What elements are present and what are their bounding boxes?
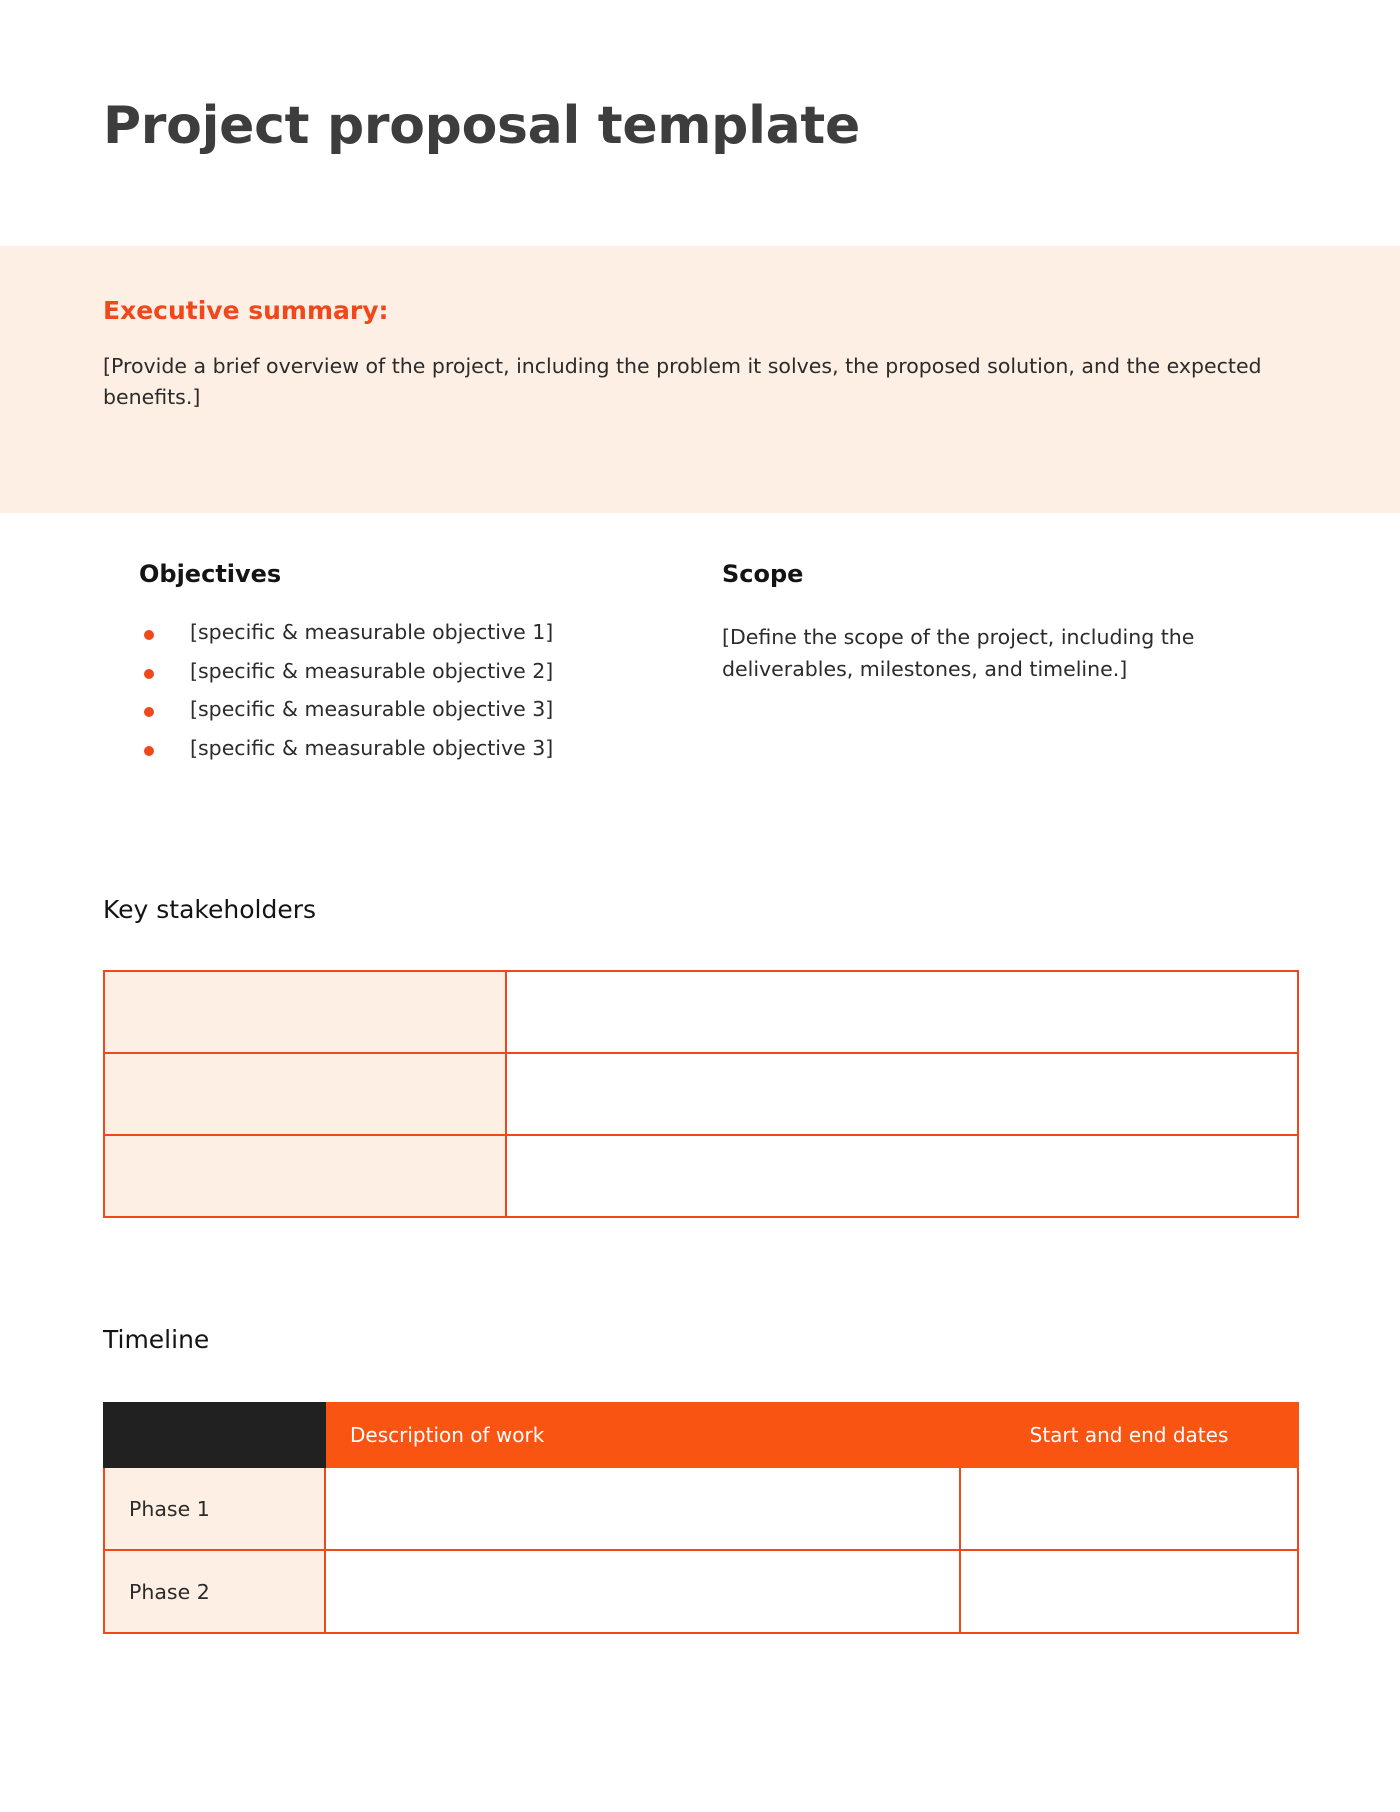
table-row: [103, 970, 1299, 1054]
scope-heading: Scope: [722, 560, 804, 588]
table-row: [103, 1052, 1299, 1136]
bullet-dot-icon: [144, 745, 154, 756]
scope-body: [Define the scope of the project, includ…: [722, 625, 1195, 681]
list-item: [specific & measurable objective 1]: [139, 622, 639, 643]
title-block: Project proposal template: [0, 0, 1400, 246]
page-title: Project proposal template: [103, 96, 860, 156]
key-stakeholders-heading: Key stakeholders: [103, 895, 317, 924]
executive-summary-heading: Executive summary:: [103, 296, 389, 325]
key-stakeholders-table: [103, 970, 1299, 1218]
scope-column: Scope [Define the scope of the project, …: [722, 560, 1282, 686]
objective-text: [specific & measurable objective 3]: [190, 697, 554, 721]
document-page: Project proposal template Executive summ…: [0, 0, 1400, 1812]
timeline-dates-header: Start and end dates: [959, 1402, 1299, 1468]
objective-text: [specific & measurable objective 3]: [190, 735, 554, 760]
table-row: [103, 1134, 1299, 1218]
list-item: [specific & measurable objective 3]: [139, 699, 639, 720]
executive-summary-section: Executive summary: [Provide a brief over…: [0, 246, 1400, 513]
executive-summary-body: [Provide a brief overview of the project…: [103, 354, 1262, 410]
stakeholder-detail-cell[interactable]: [505, 1052, 1299, 1136]
timeline-description-header: Description of work: [324, 1402, 961, 1468]
timeline-phase-label: Phase 2: [103, 1549, 326, 1634]
table-row: Phase 2: [103, 1549, 1299, 1634]
objective-text: [specific & measurable objective 1]: [190, 620, 554, 644]
timeline-description-cell[interactable]: [324, 1549, 961, 1634]
stakeholder-name-cell[interactable]: [103, 1134, 507, 1218]
timeline-dates-cell[interactable]: [959, 1466, 1299, 1551]
stakeholder-detail-cell[interactable]: [505, 970, 1299, 1054]
bullet-dot-icon: [144, 707, 154, 717]
objectives-heading: Objectives: [139, 560, 282, 588]
objectives-column: Objectives [specific & measurable object…: [139, 560, 639, 776]
table-row: Phase 1: [103, 1466, 1299, 1551]
timeline-description-cell[interactable]: [324, 1466, 961, 1551]
timeline-dates-cell[interactable]: [959, 1549, 1299, 1634]
stakeholder-name-cell[interactable]: [103, 1052, 507, 1136]
bullet-dot-icon: [144, 668, 154, 679]
stakeholder-detail-cell[interactable]: [505, 1134, 1299, 1218]
list-item: [specific & measurable objective 3]: [139, 735, 639, 760]
objective-text: [specific & measurable objective 2]: [190, 658, 554, 683]
bullet-dot-icon: [144, 630, 154, 640]
timeline-phase-label: Phase 1: [103, 1466, 326, 1551]
objectives-list: [specific & measurable objective 1] [spe…: [139, 622, 639, 758]
timeline-heading: Timeline: [103, 1325, 210, 1354]
list-item: [specific & measurable objective 2]: [139, 658, 639, 683]
table-header-row: Description of work Start and end dates: [103, 1402, 1299, 1468]
timeline-corner-cell: [103, 1402, 326, 1468]
stakeholder-name-cell[interactable]: [103, 970, 507, 1054]
timeline-table: Description of work Start and end dates …: [103, 1402, 1299, 1634]
